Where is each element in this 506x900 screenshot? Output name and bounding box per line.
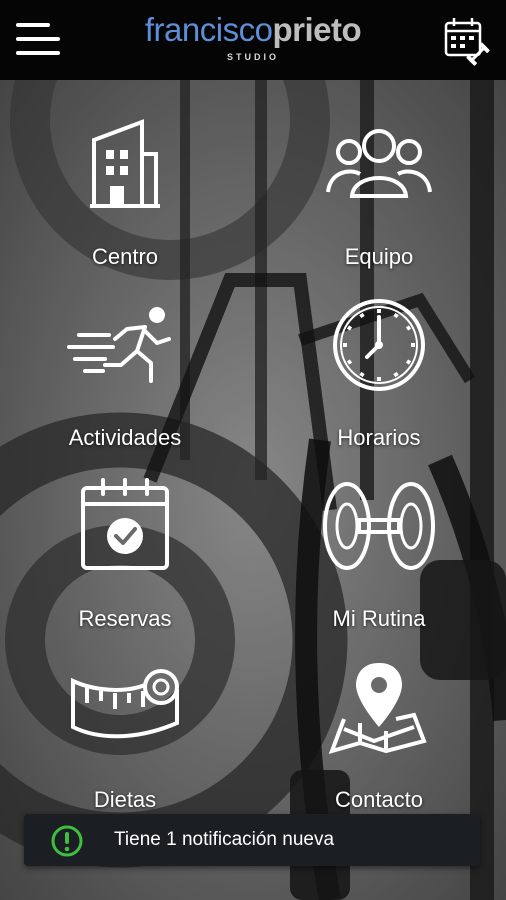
clock-icon [333,299,425,391]
main-menu-grid: Centro Equipo Actividades Horarios Reser… [0,80,506,820]
menu-item-reservas[interactable]: Reservas [25,476,225,631]
menu-item-centro[interactable]: Centro [25,114,225,269]
menu-label-mi-rutina: Mi Rutina [332,606,426,631]
menu-item-actividades[interactable]: Actividades [25,295,225,450]
menu-label-centro: Centro [91,244,159,269]
notification-text: Tiene 1 notificación nueva [114,829,335,850]
menu-label-dietas: Dietas [93,787,157,812]
running-icon [67,307,171,383]
logo-bold-text: prieto [272,11,362,48]
calendar-dumbbell-icon[interactable] [440,14,492,66]
logo-light-text: francisco [144,11,273,48]
dumbbell-icon [323,482,435,570]
menu-label-equipo: Equipo [344,244,414,269]
logo-subtitle: STUDIO [226,52,279,62]
menu-label-horarios: Horarios [337,425,421,450]
app-screen: franciscoprieto STUDIO Centro Equipo Act… [0,0,506,900]
menu-item-mi-rutina[interactable]: Mi Rutina [279,476,479,631]
notification-toast[interactable]: Tiene 1 notificación nueva [24,814,480,866]
map-pin-icon [328,663,427,755]
menu-item-contacto[interactable]: Contacto [279,657,479,812]
menu-item-dietas[interactable]: Dietas [25,657,225,812]
team-icon [326,129,432,198]
calendar-check-icon [81,478,169,570]
top-bar: franciscoprieto STUDIO [0,0,506,80]
hamburger-menu-icon[interactable] [14,18,62,60]
menu-label-contacto: Contacto [334,787,424,812]
measuring-tape-icon [71,669,179,739]
menu-label-actividades: Actividades [68,425,182,450]
menu-label-reservas: Reservas [78,606,172,631]
menu-item-equipo[interactable]: Equipo [279,114,479,269]
building-icon [90,119,160,208]
brand-logo: franciscoprieto STUDIO [140,10,366,70]
alert-circle-icon [51,825,83,857]
menu-item-horarios[interactable]: Horarios [279,295,479,450]
